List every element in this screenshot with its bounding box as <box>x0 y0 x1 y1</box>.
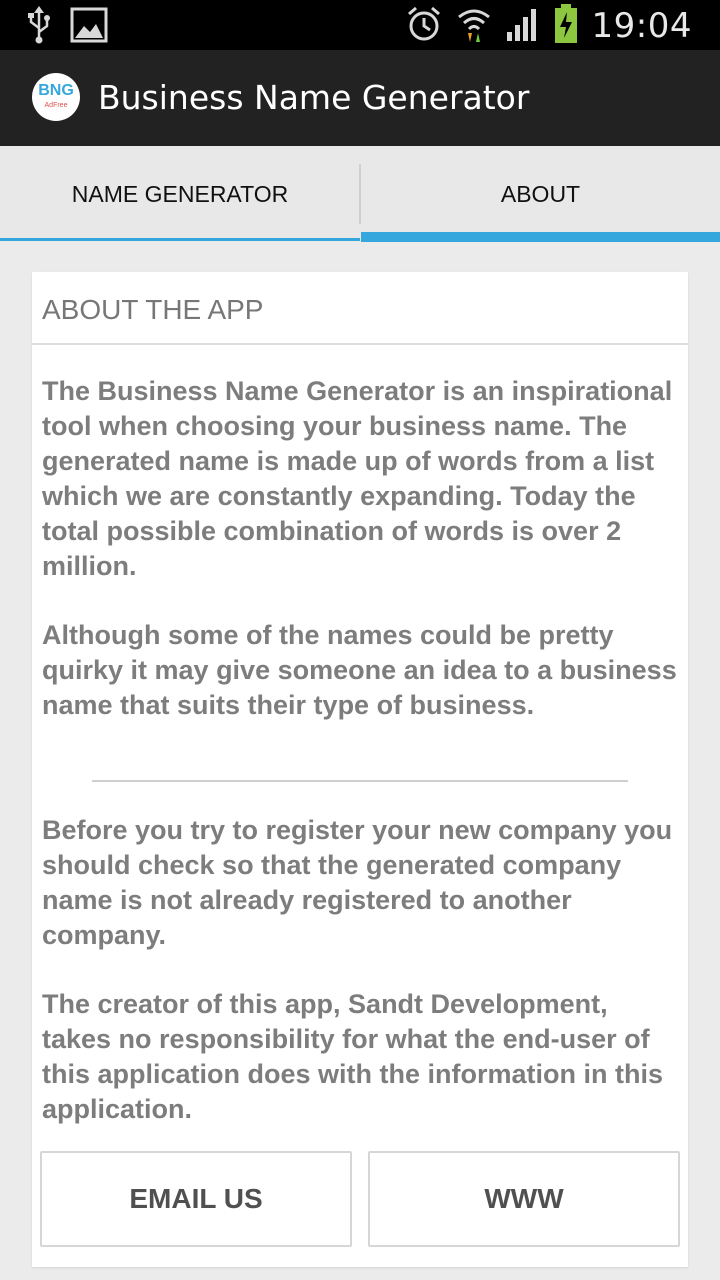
wifi-icon <box>456 5 492 47</box>
www-button[interactable]: WWW <box>368 1151 680 1247</box>
about-paragraph-3: Before you try to register your new comp… <box>42 815 673 950</box>
app-logo[interactable]: BNG AdFree <box>32 73 80 121</box>
header-divider <box>32 343 688 345</box>
tab-indicator-selected <box>361 232 720 242</box>
section-divider <box>92 780 628 782</box>
about-paragraph-2: Although some of the names could be pret… <box>42 620 677 720</box>
logo-text: BNG <box>38 82 74 99</box>
email-us-button[interactable]: EMAIL US <box>40 1151 352 1247</box>
about-card: ABOUT THE APP The Business Name Generato… <box>32 272 688 1267</box>
about-header: ABOUT THE APP <box>42 294 264 325</box>
logo-subtext: AdFree <box>44 102 68 109</box>
tab-about[interactable]: ABOUT <box>361 146 720 242</box>
status-bar: 19:04 <box>0 0 720 50</box>
tab-indicator-inactive <box>0 238 360 241</box>
usb-icon <box>26 6 52 48</box>
about-paragraph-4: The creator of this app, Sandt Developme… <box>42 989 664 1124</box>
action-bar: BNG AdFree Business Name Generator <box>0 50 720 146</box>
about-paragraph-1: The Business Name Generator is an inspir… <box>42 376 673 581</box>
tab-bar: NAME GENERATOR ABOUT <box>0 146 720 242</box>
image-icon <box>70 6 108 48</box>
tab-name-generator[interactable]: NAME GENERATOR <box>0 146 360 242</box>
status-time: 19:04 <box>591 6 692 46</box>
alarm-icon <box>406 5 442 47</box>
signal-icon <box>506 6 540 46</box>
app-title: Business Name Generator <box>98 78 530 117</box>
battery-charging-icon <box>554 4 578 48</box>
